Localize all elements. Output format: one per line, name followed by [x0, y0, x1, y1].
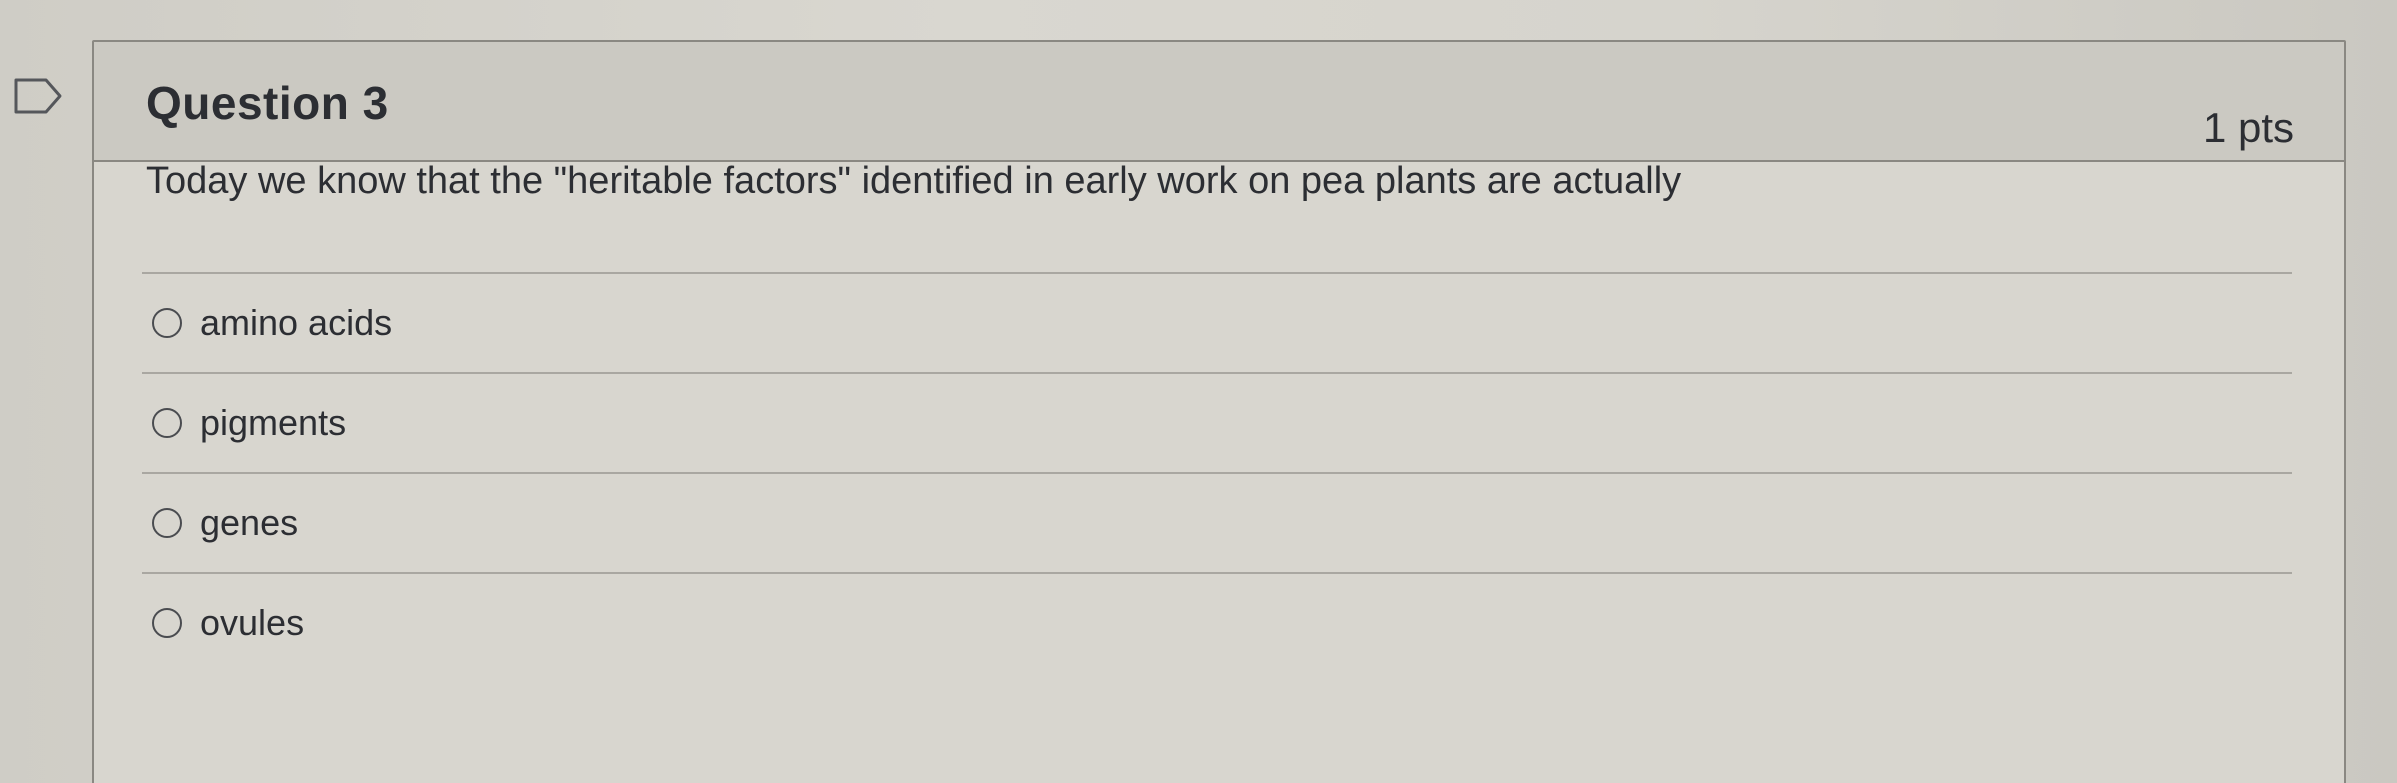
answer-option-pigments[interactable]: pigments	[142, 374, 2292, 472]
answer-option-amino-acids[interactable]: amino acids	[142, 274, 2292, 372]
question-header: Question 3 1 pts	[94, 42, 2344, 162]
question-text: Today we know that the "heritable factor…	[146, 160, 1682, 202]
flag-question-icon[interactable]	[14, 78, 62, 114]
quiz-page: Question 3 1 pts Today we know that the …	[0, 0, 2397, 783]
question-points: 1 pts	[2202, 104, 2294, 151]
question-title: Question 3	[146, 77, 389, 129]
radio-button-icon[interactable]	[152, 308, 182, 338]
answer-label[interactable]: genes	[200, 502, 298, 544]
answer-label[interactable]: ovules	[200, 602, 304, 644]
answer-option-ovules[interactable]: ovules	[142, 574, 2292, 672]
answer-label[interactable]: amino acids	[200, 302, 392, 344]
answer-list: amino acids pigments genes ovules	[142, 272, 2292, 672]
radio-button-icon[interactable]	[152, 508, 182, 538]
question-card: Question 3 1 pts Today we know that the …	[92, 40, 2346, 783]
answer-label[interactable]: pigments	[200, 402, 346, 444]
radio-button-icon[interactable]	[152, 408, 182, 438]
answer-option-genes[interactable]: genes	[142, 474, 2292, 572]
radio-button-icon[interactable]	[152, 608, 182, 638]
